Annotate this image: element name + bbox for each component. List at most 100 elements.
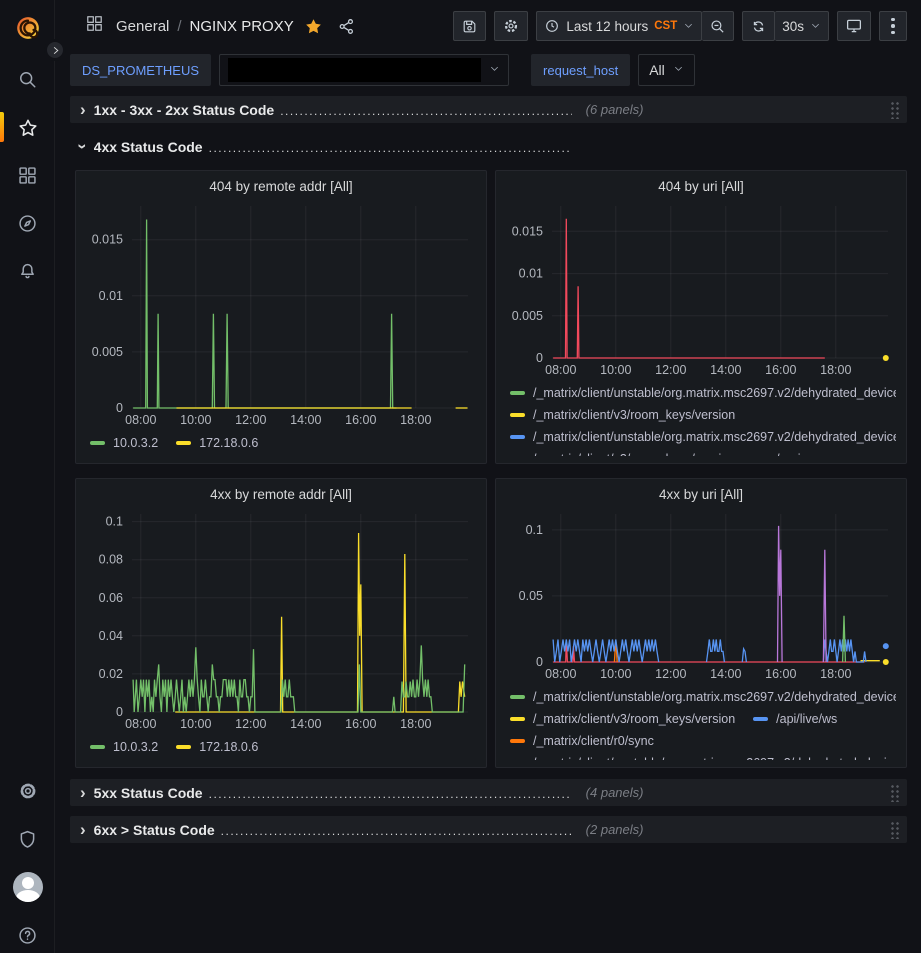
redacted-value	[228, 58, 481, 82]
legend-item[interactable]: 10.0.3.2	[90, 736, 158, 757]
variable-request-host-label[interactable]: request_host	[531, 54, 630, 86]
row-title: 5xx Status Code	[94, 785, 203, 801]
more-options-button[interactable]	[879, 11, 907, 41]
svg-text:10:00: 10:00	[180, 717, 211, 731]
svg-text:12:00: 12:00	[655, 363, 686, 377]
gear-icon	[17, 780, 39, 802]
panel-title[interactable]: 404 by remote addr [All]	[86, 176, 476, 198]
legend-item[interactable]: /_matrix/client/unstable/org.matrix.msc2…	[510, 686, 896, 707]
sidebar-item-explore[interactable]	[0, 208, 55, 238]
request-host-value: All	[649, 62, 665, 78]
row-4xx[interactable]: › 4xx Status Code ......................…	[70, 133, 907, 160]
chart-4xx-by-uri[interactable]: 00.050.108:0010:0012:0014:0016:0018:00	[506, 506, 896, 684]
row-drag-handle[interactable]	[890, 821, 899, 839]
legend-item[interactable]: /api/live/ws	[753, 708, 837, 729]
row-5xx[interactable]: › 5xx Status Code ......................…	[70, 779, 907, 806]
panel-title[interactable]: 4xx by uri [All]	[506, 484, 896, 506]
svg-text:18:00: 18:00	[400, 717, 431, 731]
legend-item[interactable]: /_matrix/client/v3/room_keys/version	[510, 404, 735, 425]
favorite-star-button[interactable]	[304, 17, 323, 36]
refresh-interval-label: 30s	[782, 19, 804, 34]
chart-404-by-uri[interactable]: 00.0050.010.01508:0010:0012:0014:0016:00…	[506, 198, 896, 380]
legend-item[interactable]: /_matrix/client/v3/room_keys/version	[510, 708, 735, 729]
legend-item[interactable]: /_matrix/client/unstable/org.matrix.msc2…	[510, 426, 896, 447]
grafana-logo-icon	[15, 15, 41, 41]
refresh-interval-picker[interactable]: 30s	[775, 11, 829, 41]
chart-404-by-remote-addr[interactable]: 00.0050.010.01508:0010:0012:0014:0016:00…	[86, 198, 476, 430]
gear-icon	[502, 17, 520, 35]
svg-text:0.01: 0.01	[99, 289, 123, 303]
grafana-logo[interactable]	[0, 11, 55, 45]
svg-text:16:00: 16:00	[765, 363, 796, 377]
sidebar-item-profile[interactable]	[0, 871, 55, 903]
cycle-view-mode-button[interactable]	[837, 11, 871, 41]
legend-item[interactable]: 10.0.3.2	[90, 432, 158, 453]
legend-404-by-uri: /_matrix/client/unstable/org.matrix.msc2…	[506, 380, 896, 456]
sidebar-item-dashboards[interactable]	[0, 160, 55, 190]
svg-text:0.005: 0.005	[92, 345, 123, 359]
variable-ds-prometheus-label[interactable]: DS_PROMETHEUS	[70, 54, 211, 86]
sidebar-expand-button[interactable]	[44, 39, 66, 61]
svg-text:0.01: 0.01	[519, 267, 543, 281]
variable-ds-prometheus-select[interactable]	[219, 54, 509, 86]
svg-text:0: 0	[116, 401, 123, 415]
sidebar-item-help[interactable]	[0, 920, 55, 950]
save-dashboard-button[interactable]	[453, 11, 486, 41]
shield-icon	[17, 829, 38, 850]
dashboard-settings-button[interactable]	[494, 11, 528, 41]
legend-item[interactable]: /_matrix/client/unstable/org.matrix.msc2…	[510, 752, 896, 760]
share-icon	[337, 17, 356, 36]
row-drag-handle[interactable]	[890, 784, 899, 802]
sidebar-item-server-admin[interactable]	[0, 824, 55, 854]
legend-4xx-by-remote-addr: 10.0.3.2 172.18.0.6	[86, 734, 476, 757]
legend-item[interactable]: /_matrix/client/unstable/org.matrix.msc2…	[510, 382, 896, 403]
sidebar-item-starred[interactable]	[0, 113, 55, 143]
sidebar	[0, 0, 55, 953]
row-1xx-3xx-2xx[interactable]: › 1xx - 3xx - 2xx Status Code ..........…	[70, 96, 907, 123]
legend-item[interactable]: /_matrix/client/v3/room_keys/version	[510, 448, 735, 456]
legend-4xx-by-uri: /_matrix/client/unstable/org.matrix.msc2…	[506, 684, 896, 760]
chart-4xx-by-remote-addr[interactable]: 00.020.040.060.080.108:0010:0012:0014:00…	[86, 506, 476, 734]
sidebar-item-configuration[interactable]	[0, 776, 55, 806]
breadcrumb: General / NGINX PROXY	[116, 18, 294, 35]
legend-item[interactable]: 172.18.0.6	[176, 432, 258, 453]
time-range-picker[interactable]: Last 12 hours CST	[536, 11, 702, 41]
chevron-down-icon: ›	[74, 144, 91, 150]
legend-item[interactable]: /_matrix/client/r0/sync	[510, 730, 654, 751]
svg-text:0.08: 0.08	[99, 553, 123, 567]
compass-icon	[17, 213, 38, 234]
svg-text:18:00: 18:00	[400, 413, 431, 427]
breadcrumb-folder[interactable]: General	[116, 18, 169, 35]
panel-404-by-remote-addr: 404 by remote addr [All] 00.0050.010.015…	[75, 170, 487, 464]
time-range-label: Last 12 hours	[566, 19, 648, 34]
svg-text:16:00: 16:00	[765, 667, 796, 681]
panel-title[interactable]: 404 by uri [All]	[506, 176, 896, 198]
grafana-dashboard: General / NGINX PROXY	[0, 0, 921, 953]
chevron-down-icon	[683, 19, 694, 34]
chevron-right-icon: ›	[80, 821, 86, 838]
zoom-out-time-button[interactable]	[702, 11, 734, 41]
svg-text:08:00: 08:00	[545, 363, 576, 377]
legend-item[interactable]: /sw.js	[753, 448, 807, 456]
svg-text:14:00: 14:00	[710, 363, 741, 377]
svg-text:12:00: 12:00	[655, 667, 686, 681]
row-drag-handle[interactable]	[890, 101, 899, 119]
sidebar-item-alerting[interactable]	[0, 256, 55, 286]
share-dashboard-button[interactable]	[337, 17, 356, 36]
refresh-button[interactable]	[742, 11, 775, 41]
toolbar: Last 12 hours CST	[453, 11, 907, 41]
legend-item[interactable]: 172.18.0.6	[176, 736, 258, 757]
apps-icon	[85, 14, 104, 38]
dashboards-grid-icon	[17, 165, 38, 186]
variable-request-host-select[interactable]: All	[638, 54, 695, 86]
svg-text:0.005: 0.005	[512, 309, 543, 323]
row-6xx[interactable]: › 6xx > Status Code ....................…	[70, 816, 907, 843]
row-panel-count: (2 panels)	[586, 822, 644, 837]
kebab-icon	[891, 18, 895, 35]
breadcrumb-dashboard-title[interactable]: NGINX PROXY	[190, 18, 294, 35]
sidebar-item-search[interactable]	[0, 64, 55, 94]
avatar	[13, 872, 43, 902]
svg-text:14:00: 14:00	[290, 413, 321, 427]
panel-title[interactable]: 4xx by remote addr [All]	[86, 484, 476, 506]
row-leader-dots: ........................................…	[209, 787, 572, 801]
